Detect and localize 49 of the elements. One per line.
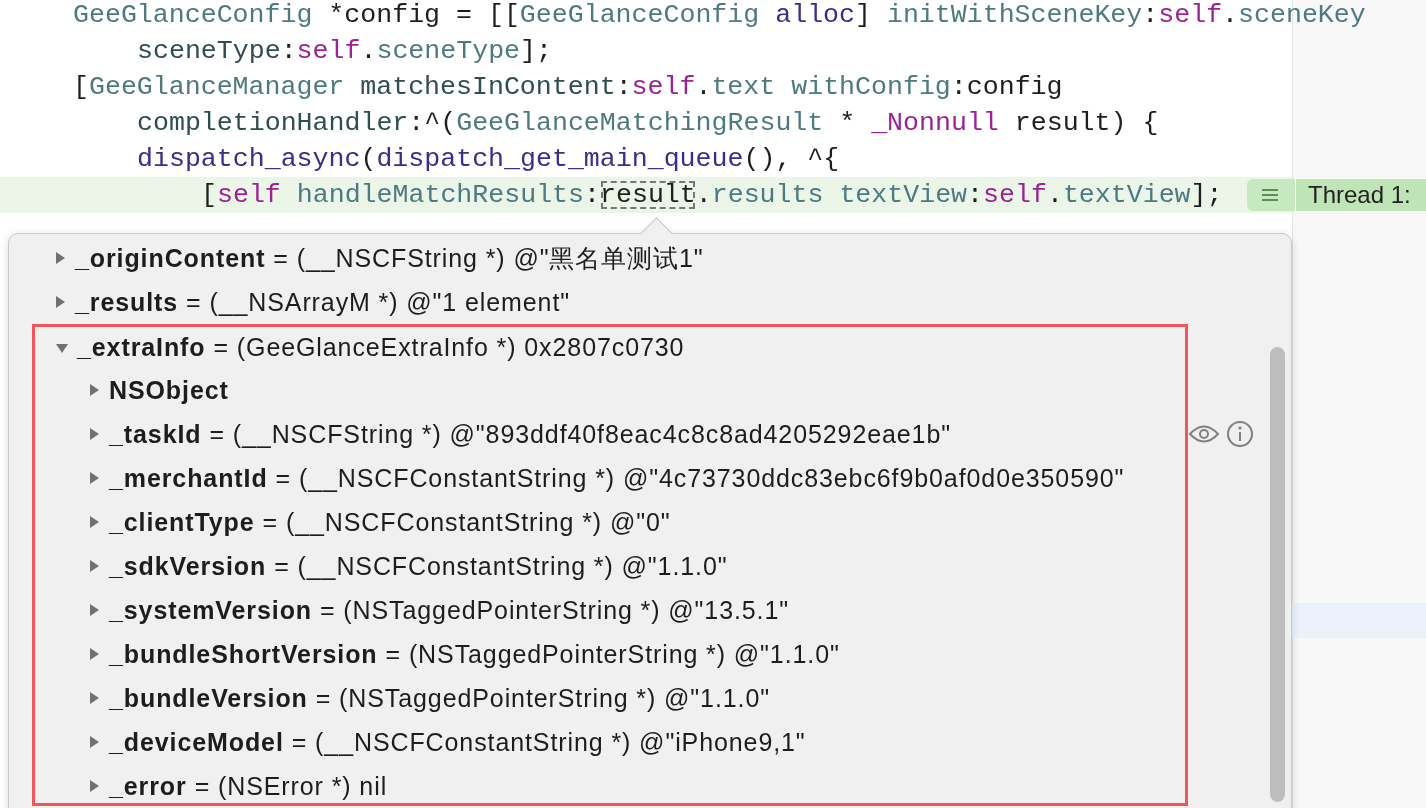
variable-value: = (__NSCFString *) @"黑名单测试1" [273, 242, 704, 274]
variable-name: _bundleShortVersion [109, 639, 378, 669]
variable-value: = (NSTaggedPointerString *) @"1.1.0" [385, 639, 840, 669]
code-line: [self handleMatchResults:result.results textView:self.textView]; [201, 179, 1223, 212]
variable-name: _taskId [109, 419, 202, 449]
variable-name: _systemVersion [109, 595, 312, 625]
variable-value: = (NSTaggedPointerString *) @"13.5.1" [320, 595, 790, 625]
thread-badge[interactable]: Thread 1: [1247, 179, 1426, 211]
variable-value: = (__NSCFConstantString *) @"1.1.0" [274, 551, 728, 581]
variable-name: _deviceModel [109, 727, 284, 757]
thread-label: Thread 1: [1295, 179, 1426, 211]
variable-name: _merchantId [109, 463, 268, 493]
variable-name: _clientType [109, 507, 255, 537]
menu-icon [1261, 188, 1279, 202]
code-line: [GeeGlanceManager matchesInContent:self.text withConfig:config [73, 71, 1063, 104]
disclosure-triangle-icon[interactable] [87, 559, 101, 573]
variable-name: NSObject [109, 375, 229, 405]
variable-name: _originContent [75, 243, 266, 273]
disclosure-triangle-icon[interactable] [53, 251, 67, 265]
variable-value: = (__NSCFString *) @"893ddf40f8eac4c8c8ad4205292eae1b" [209, 419, 951, 449]
variable-value: = (GeeGlanceExtraInfo *) 0x2807c0730 [213, 333, 685, 362]
disclosure-triangle-icon[interactable] [87, 471, 101, 485]
variable-value: = (__NSCFConstantString *) @"iPhone9,1" [291, 727, 806, 757]
disclosure-triangle-icon[interactable] [53, 295, 67, 309]
code-line: completionHandler:^(GeeGlanceMatchingResult * _Nonnull result) { [137, 107, 1159, 140]
disclosure-triangle-icon[interactable] [87, 735, 101, 749]
variable-name: _bundleVersion [109, 683, 308, 713]
disclosure-triangle-icon[interactable] [87, 427, 101, 441]
eye-icon[interactable] [1188, 423, 1220, 445]
variable-value: = (NSTaggedPointerString *) @"1.1.0" [315, 683, 770, 713]
disclosure-triangle-icon[interactable] [87, 383, 101, 397]
disclosure-triangle-icon[interactable] [87, 515, 101, 529]
variable-value: = (__NSCFConstantString *) @"0" [262, 507, 671, 537]
variable-name: _error [109, 771, 187, 801]
disclosure-triangle-icon[interactable] [87, 647, 101, 661]
info-icon[interactable] [1226, 420, 1254, 448]
scrollbar[interactable] [1270, 347, 1285, 802]
disclosure-triangle-icon[interactable] [87, 603, 101, 617]
code-line: dispatch_async(dispatch_get_main_queue(), ^{ [137, 143, 840, 176]
code-line: GeeGlanceConfig *config = [[GeeGlanceConfig alloc] initWithSceneKey:self.sceneKey [73, 0, 1366, 32]
variable-name: _sdkVersion [109, 551, 267, 581]
variable-value: = (__NSArrayM *) @"1 element" [186, 287, 571, 317]
variable-name: _extraInfo [77, 333, 206, 362]
variable-name: _results [75, 287, 179, 317]
variable-value: = (NSError *) nil [194, 771, 388, 801]
disclosure-triangle-icon[interactable] [87, 691, 101, 705]
disclosure-triangle-icon[interactable] [87, 779, 101, 793]
code-line: sceneType:self.sceneType]; [137, 35, 552, 68]
variable-value: = (__NSCFConstantString *) @"4c73730ddc83ebc6f9b0af0d0e350590" [275, 463, 1125, 493]
